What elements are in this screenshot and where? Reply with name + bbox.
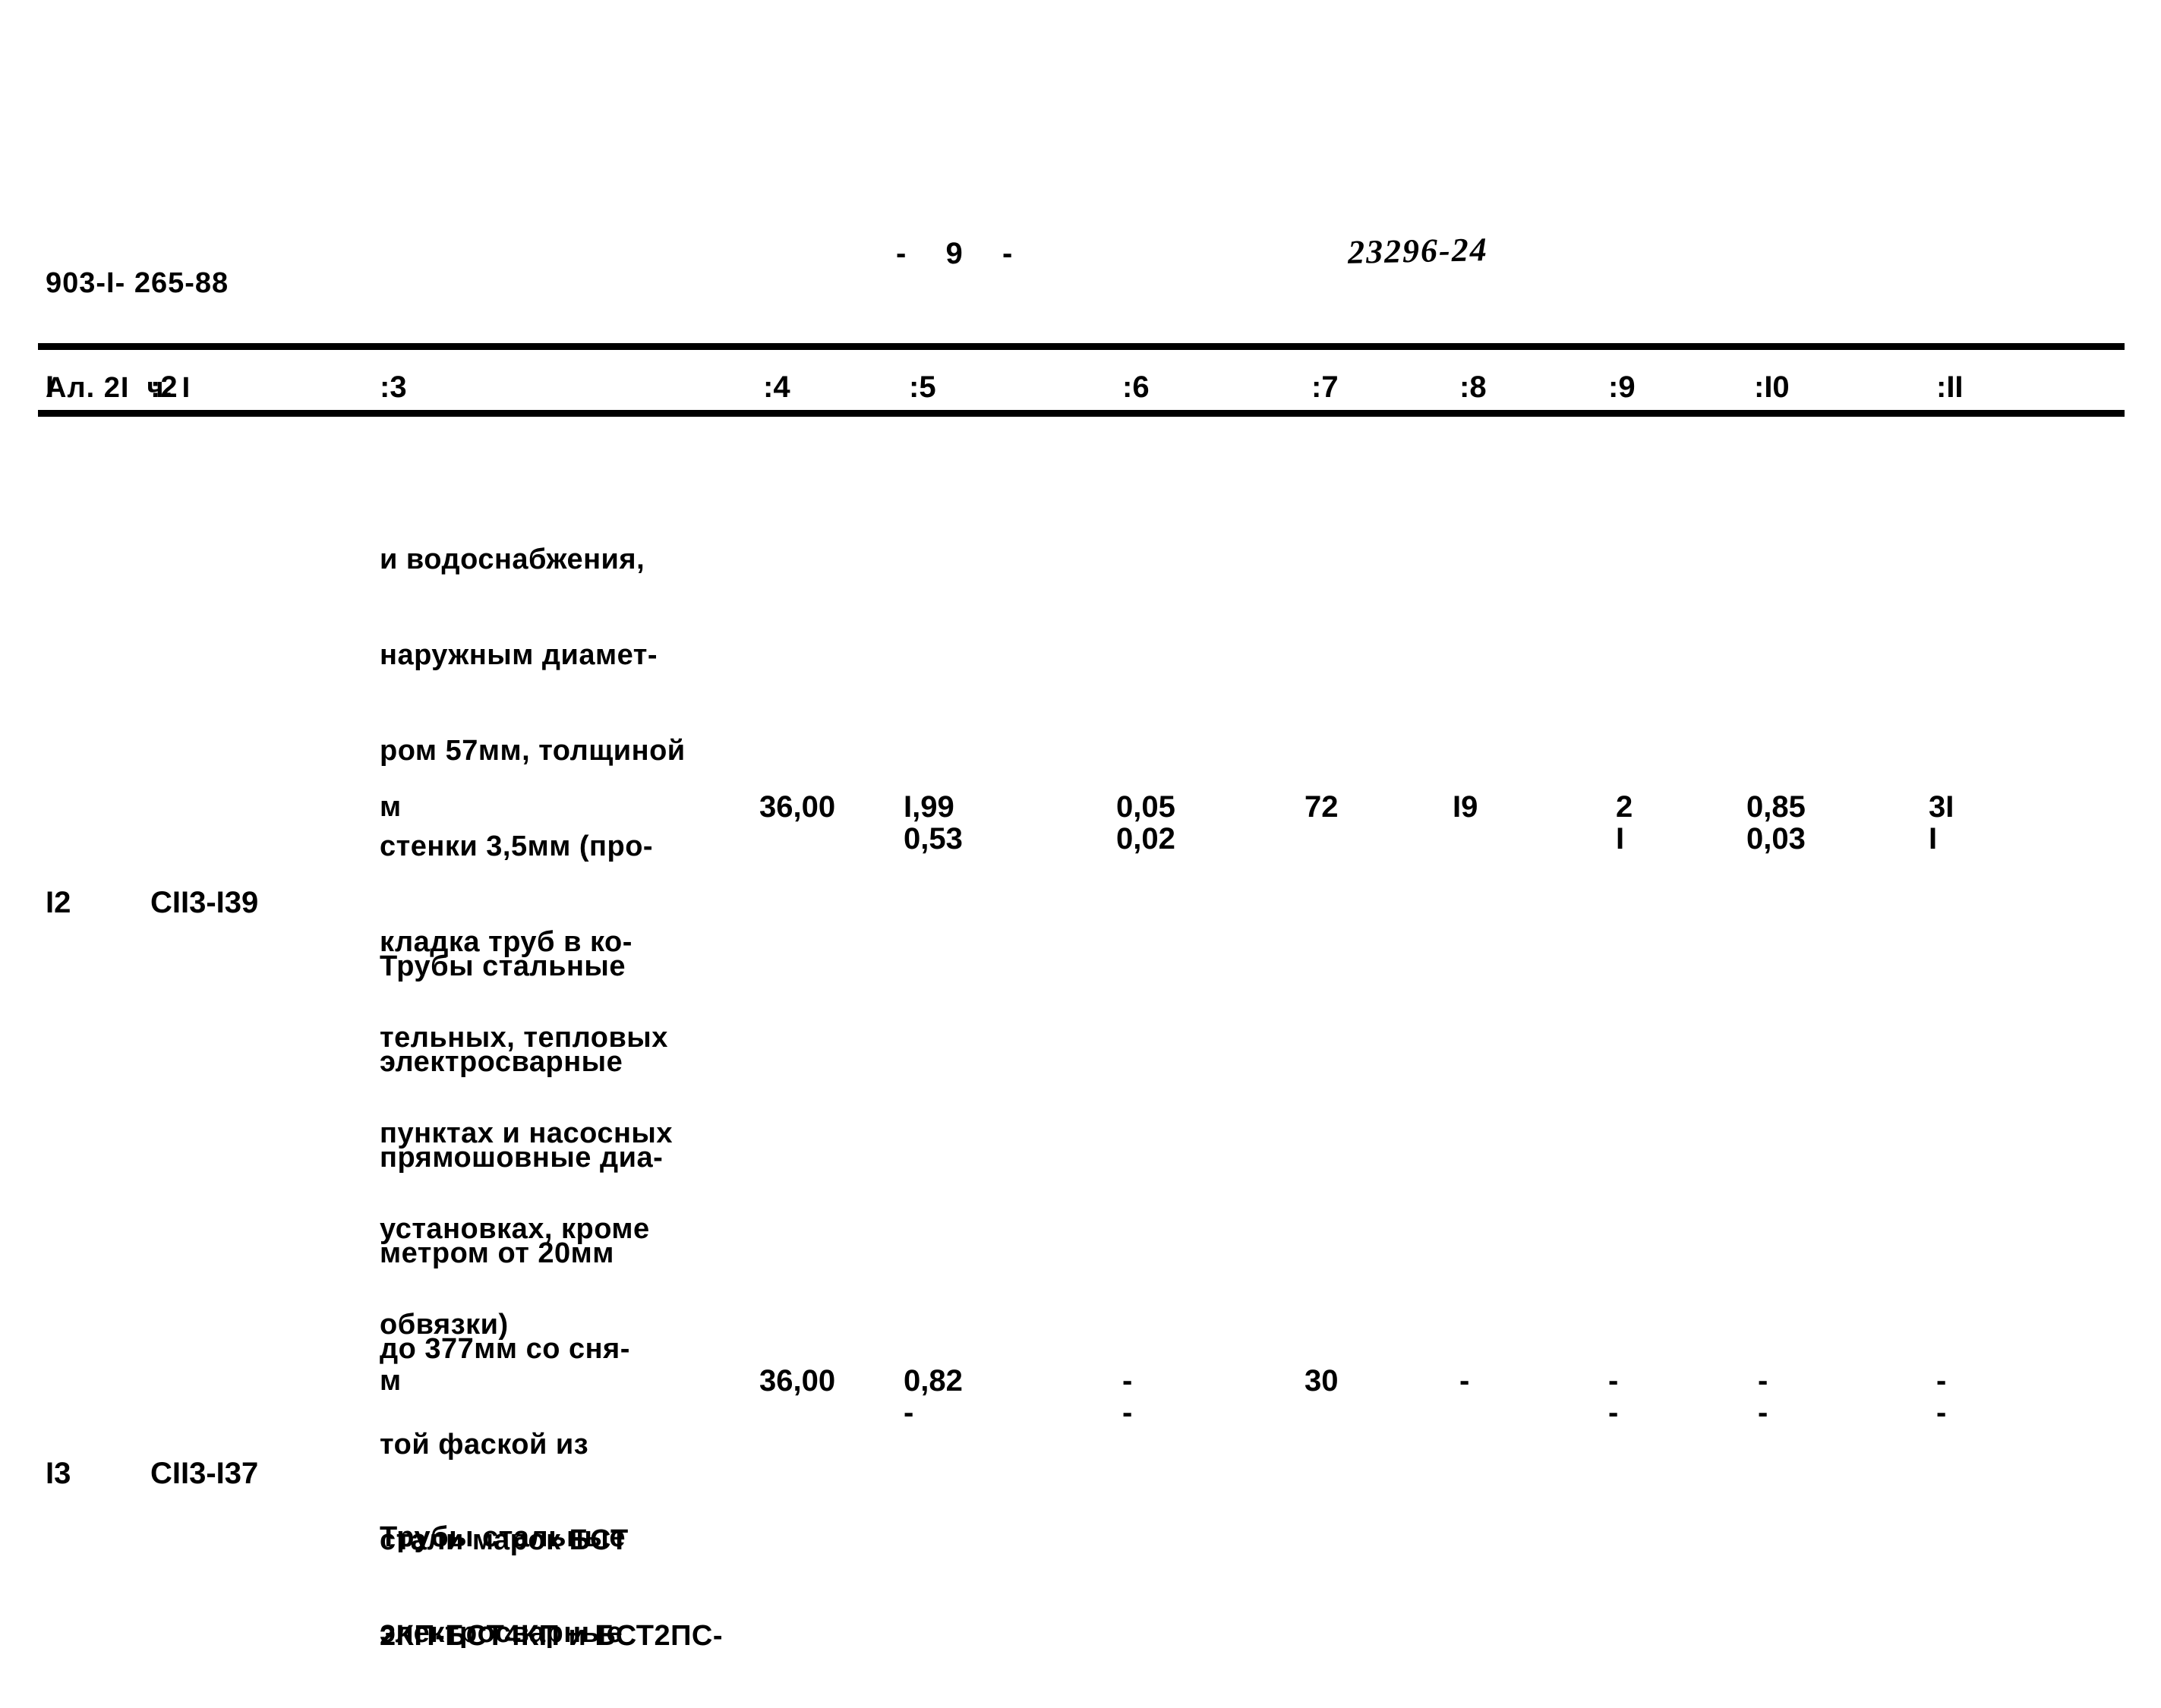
value-col10-top: 0,85: [1746, 790, 1806, 824]
value-col9-bottom: I: [1616, 822, 1625, 856]
value-col8-top: I9: [1453, 790, 1478, 824]
table-row: Трубы стальные электросварные прямошовны…: [380, 1457, 663, 1708]
description-line: той фаской из: [380, 1429, 589, 1461]
column-header-9: :9: [1608, 370, 1636, 404]
description-line: прямошовные диа-: [380, 1142, 664, 1174]
table-rule-top: [38, 343, 2125, 350]
column-header-3: :3: [380, 370, 407, 404]
value-col9-top: 2: [1616, 790, 1633, 824]
column-header-7: :7: [1311, 370, 1339, 404]
description-line: до 377мм со сня-: [380, 1333, 630, 1365]
description-line: Трубы стальные: [380, 1521, 626, 1553]
column-header-8: :8: [1459, 370, 1487, 404]
unit-cell: м: [380, 791, 402, 823]
description-line: ром 57мм, толщиной: [380, 735, 686, 767]
row-number: I3: [46, 1457, 71, 1490]
document-code-block: 903-I- 265-88 Ал. 2I ч. I: [46, 196, 229, 475]
document-code-line-1: 903-I- 265-88: [46, 267, 229, 299]
archive-stamp: 23296-24: [1347, 231, 1489, 271]
value-col5-top: 0,82: [904, 1364, 963, 1398]
value-col6-top: 0,05: [1116, 790, 1175, 824]
row-number: I2: [46, 886, 71, 919]
value-col5-top: I,99: [904, 790, 954, 824]
row-code: CII3-I39: [150, 886, 259, 919]
description-line: стенки 3,5мм (про-: [380, 830, 654, 862]
unit-cell: м: [380, 1365, 402, 1397]
value-col8-top: -: [1459, 1364, 1470, 1398]
value-col11-top: 3I: [1929, 790, 1954, 824]
document-page: 903-I- 265-88 Ал. 2I ч. I - 9 - 23296-24…: [0, 0, 2161, 1708]
value-col9-bottom: -: [1608, 1396, 1619, 1429]
row-code: CII3-I37: [150, 1457, 259, 1490]
column-header-10: :I0: [1754, 370, 1790, 404]
document-code-line-2: Ал. 2I ч. I: [46, 372, 191, 404]
value-col5-bottom: -: [904, 1396, 914, 1429]
description-line: электросварные: [380, 1046, 623, 1078]
value-col7-top: 72: [1304, 790, 1339, 824]
description-line: метром от 20мм: [380, 1237, 614, 1269]
value-col11-top: -: [1936, 1364, 1947, 1398]
value-col10-bottom: -: [1758, 1396, 1768, 1429]
value-col4: 36,00: [759, 790, 836, 824]
value-col9-top: -: [1608, 1364, 1619, 1398]
value-col11-bottom: -: [1936, 1396, 1947, 1429]
value-col11-bottom: I: [1929, 822, 1938, 856]
column-header-6: :6: [1122, 370, 1150, 404]
column-header-2: :2: [150, 370, 178, 404]
column-header-11: :II: [1936, 370, 1964, 404]
value-col5-bottom: 0,53: [904, 822, 963, 856]
description-line: и водоснабжения,: [380, 544, 645, 575]
value-col6-top: -: [1122, 1364, 1133, 1398]
value-col6-bottom: 0,02: [1116, 822, 1175, 856]
description-line: электросварные: [380, 1617, 623, 1649]
value-col10-bottom: 0,03: [1746, 822, 1806, 856]
description-line: наружным диамет-: [380, 639, 658, 671]
column-header-4: :4: [763, 370, 790, 404]
page-number: - 9 -: [896, 237, 1021, 270]
table-rule-bottom: [38, 410, 2125, 417]
value-col10-top: -: [1758, 1364, 1768, 1398]
column-header-1: I: [46, 370, 55, 404]
column-header-5: :5: [909, 370, 936, 404]
value-col7-top: 30: [1304, 1364, 1339, 1398]
description-line: Трубы стальные: [380, 950, 626, 982]
value-col6-bottom: -: [1122, 1396, 1133, 1429]
value-col4: 36,00: [759, 1364, 836, 1398]
